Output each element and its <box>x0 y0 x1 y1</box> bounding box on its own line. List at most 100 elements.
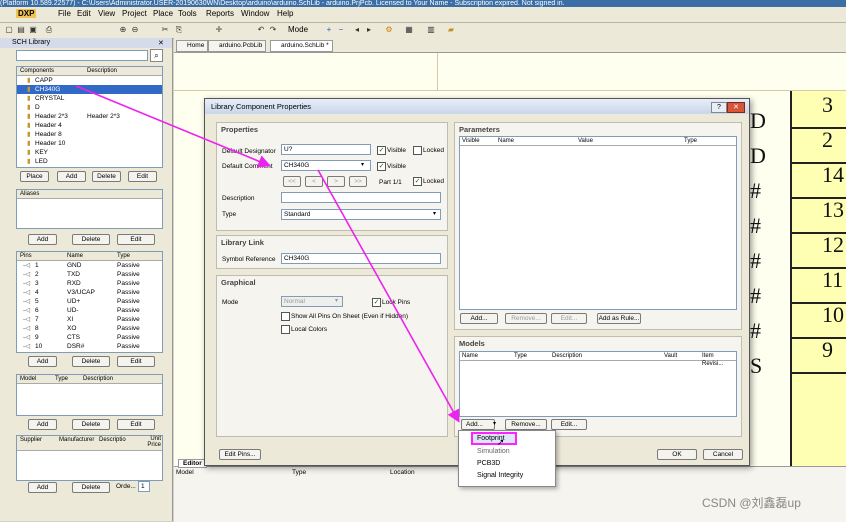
local-colors-checkbox[interactable] <box>281 325 290 334</box>
pin-row[interactable]: -◁ 2 TXD Passive <box>17 270 162 279</box>
pin-row[interactable]: -◁ 9 CTS Passive <box>17 333 162 342</box>
first-part-button[interactable]: << <box>283 176 301 187</box>
pin-row[interactable]: -◁ 8 XO Passive <box>17 324 162 333</box>
component-row[interactable]: ▮ Header 2*3 Header 2*3 <box>17 112 162 121</box>
add-model-button[interactable]: Add <box>28 419 57 430</box>
delete-supplier-button[interactable]: Delete <box>72 482 110 493</box>
col-model-name[interactable]: Name <box>462 352 478 360</box>
remove-model-button[interactable]: Remove... <box>505 419 547 430</box>
save-icon[interactable]: ▣ <box>28 25 38 35</box>
models-list[interactable]: Model Type Description <box>16 374 163 416</box>
col-pin-type[interactable]: Type <box>117 252 130 260</box>
cut-icon[interactable]: ✂ <box>160 25 170 35</box>
print-icon[interactable]: ⎙ <box>44 25 54 35</box>
edit-model-dialog-button[interactable]: Edit... <box>551 419 587 430</box>
edit-alias-button[interactable]: Edit <box>117 234 155 245</box>
delete-alias-button[interactable]: Delete <box>72 234 110 245</box>
component-row[interactable]: ▮ Header 8 <box>17 130 162 139</box>
folder-icon[interactable]: ▰ <box>446 25 456 35</box>
comment-select[interactable]: CH340G <box>281 160 371 171</box>
menu-reports[interactable]: Reports <box>206 9 234 18</box>
component-row[interactable]: ▮ LED <box>17 157 162 166</box>
copy-icon[interactable]: ⎘ <box>174 25 184 35</box>
comment-chevron-down-icon[interactable]: ▾ <box>361 161 364 168</box>
col-bottom-type[interactable]: Type <box>292 469 306 476</box>
edit-pin-button[interactable]: Edit <box>117 356 155 367</box>
col-bottom-model[interactable]: Model <box>176 469 194 476</box>
place-button[interactable]: Place <box>20 171 49 182</box>
component-row[interactable]: ▮ D <box>17 103 162 112</box>
pin-row[interactable]: -◁ 4 V3/UCAP Passive <box>17 288 162 297</box>
col-model[interactable]: Model <box>20 375 36 383</box>
crosshair-icon[interactable]: ✛ <box>214 25 224 35</box>
grid-icon[interactable]: ▥ <box>426 25 436 35</box>
zoom-in-icon[interactable]: ⊕ <box>118 25 128 35</box>
next-part-button[interactable]: > <box>327 176 345 187</box>
add-model-chevron-down-icon[interactable]: ▾ <box>493 420 496 427</box>
zoom-out-icon[interactable]: ⊖ <box>130 25 140 35</box>
remove-icon[interactable]: − <box>336 25 346 35</box>
col-model-type[interactable]: Type <box>55 375 68 383</box>
panel-close-icon[interactable]: ✕ <box>158 39 164 47</box>
col-visible[interactable]: Visible <box>462 137 480 145</box>
part-locked-checkbox[interactable]: ✓ <box>413 177 422 186</box>
mode-chevron-down-icon[interactable]: ▾ <box>335 297 338 304</box>
col-item-revision[interactable]: Item Revisi... <box>702 352 736 368</box>
undo-icon[interactable]: ↶ <box>256 25 266 35</box>
menu-project[interactable]: Project <box>122 9 147 18</box>
filter-search-icon[interactable]: ⌕ <box>150 49 163 62</box>
add-parameter-button[interactable]: Add... <box>460 313 498 324</box>
pin-row[interactable]: -◁ 1 GND Passive <box>17 261 162 270</box>
menu-place[interactable]: Place <box>153 9 173 18</box>
cancel-button[interactable]: Cancel <box>703 449 743 460</box>
nav-prev-icon[interactable]: ◂ <box>352 25 362 35</box>
edit-parameter-button[interactable]: Edit... <box>551 313 587 324</box>
tab-home[interactable]: Home <box>176 40 209 52</box>
pin-row[interactable]: -◁ 3 RXD Passive <box>17 279 162 288</box>
designator-visible-checkbox[interactable]: ✓ <box>377 146 386 155</box>
menu-edit[interactable]: Edit <box>77 9 91 18</box>
designator-input[interactable]: U? <box>281 144 371 155</box>
col-value[interactable]: Value <box>578 137 593 145</box>
mode-dropdown[interactable]: Mode <box>288 25 308 34</box>
chart-icon[interactable]: ▦ <box>404 25 414 35</box>
col-pin-name[interactable]: Name <box>67 252 83 260</box>
add-as-rule-button[interactable]: Add as Rule... <box>597 313 641 324</box>
edit-component-button[interactable]: Edit <box>128 171 157 182</box>
redo-icon[interactable]: ↷ <box>268 25 278 35</box>
col-type[interactable]: Type <box>684 137 697 145</box>
ok-button[interactable]: OK <box>657 449 697 460</box>
dxp-logo[interactable]: DXP <box>16 9 37 18</box>
col-manufacturer[interactable]: Manufacturer <box>59 436 94 444</box>
delete-component-button[interactable]: Delete <box>92 171 121 182</box>
type-chevron-down-icon[interactable]: ▾ <box>433 210 436 217</box>
show-all-pins-checkbox[interactable] <box>281 312 290 321</box>
add-component-button[interactable]: Add <box>57 171 86 182</box>
open-icon[interactable]: ▤ <box>16 25 26 35</box>
add-supplier-button[interactable]: Add <box>28 482 57 493</box>
components-list[interactable]: Components Description ▮ CAPP ▮ CH340G ▮ CRYS… <box>16 66 163 168</box>
col-model-desc[interactable]: Description <box>83 375 113 383</box>
menu-item-pcb3d[interactable]: PCB3D <box>477 460 500 467</box>
col-supplier-desc[interactable]: Descriptio <box>99 436 126 444</box>
component-row[interactable]: ▮ CH340G <box>17 85 162 94</box>
tools-icon[interactable]: ⚙ <box>384 25 394 35</box>
order-quantity[interactable]: 1 <box>138 481 150 492</box>
pin-row[interactable]: -◁ 6 UD- Passive <box>17 306 162 315</box>
edit-pins-button[interactable]: Edit Pins... <box>219 449 261 460</box>
parameters-table[interactable]: Visible Name Value Type <box>459 136 737 310</box>
col-components[interactable]: Components <box>20 67 54 75</box>
component-row[interactable]: ▮ Header 10 <box>17 139 162 148</box>
component-row[interactable]: ▮ Header 4 <box>17 121 162 130</box>
library-filter-input[interactable] <box>16 50 148 61</box>
symbol-reference-input[interactable]: CH340G <box>281 253 441 264</box>
mode-select[interactable]: Normal <box>281 296 343 307</box>
component-row[interactable]: ▮ CAPP <box>17 76 162 85</box>
add-pin-button[interactable]: Add <box>28 356 57 367</box>
new-icon[interactable]: ▢ <box>4 25 14 35</box>
comment-visible-checkbox[interactable]: ✓ <box>377 162 386 171</box>
menu-tools[interactable]: Tools <box>178 9 197 18</box>
col-vault[interactable]: Vault <box>664 352 677 360</box>
component-row[interactable]: ▮ CRYSTAL <box>17 94 162 103</box>
component-row[interactable]: ▮ KEY <box>17 148 162 157</box>
